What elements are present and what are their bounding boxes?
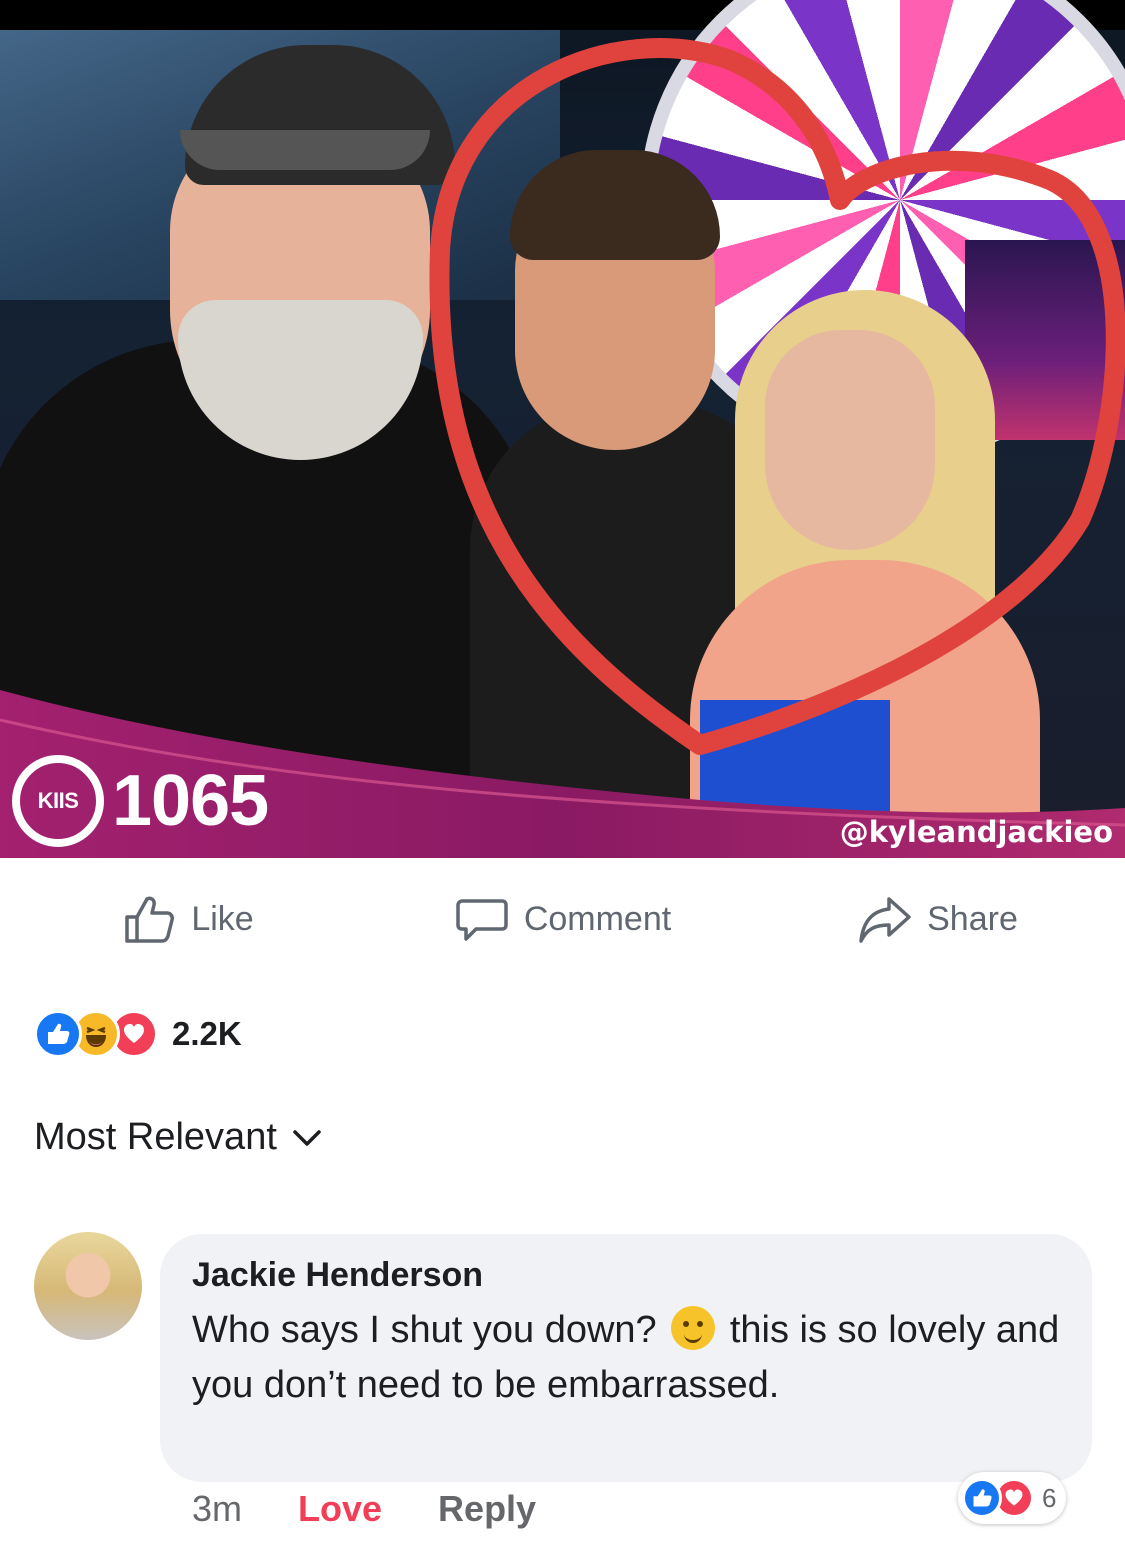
comment-reply-button[interactable]: Reply — [438, 1488, 536, 1530]
like-label: Like — [191, 899, 254, 938]
comment-text: Who says I shut you down? this is so lov… — [192, 1303, 1060, 1413]
chevron-down-icon — [293, 1129, 321, 1146]
comment-reaction-count: 6 — [1042, 1482, 1057, 1513]
comment-button[interactable]: Comment — [375, 878, 750, 960]
like-icon — [34, 1010, 82, 1058]
social-handle: @kyleandjackieo — [839, 815, 1113, 849]
comment-text-part-1: Who says I shut you down? — [192, 1309, 657, 1351]
comment-sort-dropdown[interactable]: Most Relevant — [34, 1116, 325, 1159]
station-logo: KIIS 1065 — [12, 755, 269, 847]
reactions-summary[interactable]: 2.2K — [34, 1010, 242, 1058]
station-logo-number: 1065 — [112, 761, 269, 841]
comment-love-button[interactable]: Love — [298, 1488, 382, 1530]
share-label: Share — [927, 899, 1018, 938]
post-photo[interactable]: KIIS 1065 @kyleandjackieo — [0, 0, 1125, 858]
post-action-bar: Like Comment Share — [0, 878, 1125, 960]
reaction-count: 2.2K — [172, 1015, 242, 1052]
comment-meta: 3m Love Reply — [192, 1488, 536, 1530]
winking-face-icon — [671, 1306, 716, 1350]
like-button[interactable]: Like — [0, 878, 375, 960]
comment-timestamp[interactable]: 3m — [192, 1488, 242, 1530]
station-logo-badge: KIIS — [12, 755, 104, 847]
comment-bubble[interactable]: Jackie Henderson Who says I shut you dow… — [160, 1234, 1092, 1482]
comment-icon — [456, 899, 508, 941]
like-icon — [962, 1478, 1002, 1518]
thumbs-up-icon — [125, 896, 175, 943]
avatar[interactable] — [34, 1232, 142, 1340]
comment-label: Comment — [523, 899, 672, 938]
sort-label: Most Relevant — [34, 1116, 277, 1158]
share-button[interactable]: Share — [750, 878, 1125, 960]
share-arrow-icon — [859, 897, 911, 943]
comment-reactions[interactable]: 6 — [958, 1472, 1067, 1524]
comment-author[interactable]: Jackie Henderson — [192, 1256, 1060, 1295]
